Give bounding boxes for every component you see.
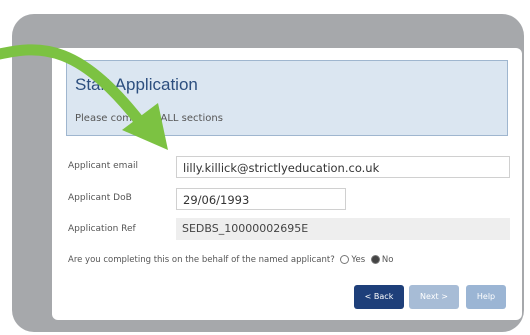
green-arrow-icon xyxy=(0,44,168,150)
